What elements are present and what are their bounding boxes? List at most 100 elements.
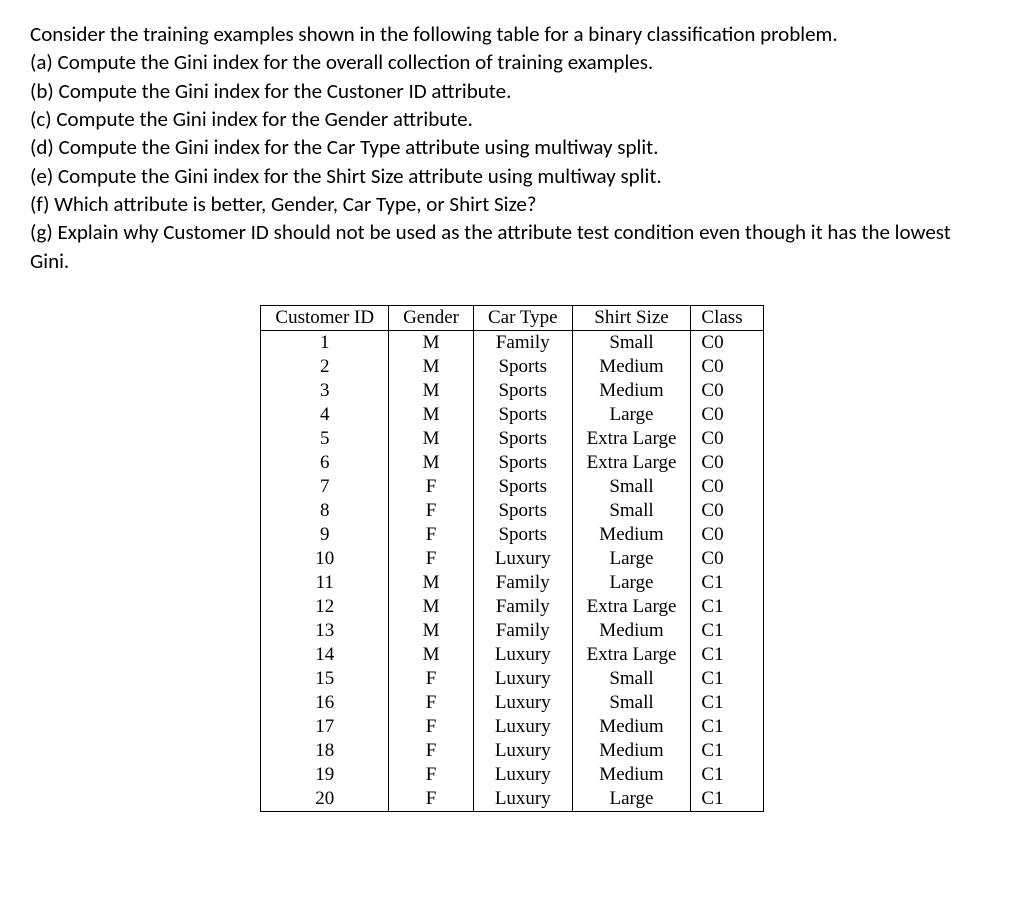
cell-car-type: Sports xyxy=(474,523,573,547)
cell-customer-id: 10 xyxy=(261,547,389,571)
cell-car-type: Sports xyxy=(474,403,573,427)
cell-customer-id: 16 xyxy=(261,691,389,715)
cell-customer-id: 17 xyxy=(261,715,389,739)
cell-car-type: Luxury xyxy=(474,715,573,739)
part-b: (b) Compute the Gini index for the Custo… xyxy=(30,77,994,105)
table-row: 2MSportsMediumC0 xyxy=(261,355,763,379)
cell-class: C1 xyxy=(691,667,763,691)
cell-class: C0 xyxy=(691,427,763,451)
cell-customer-id: 14 xyxy=(261,643,389,667)
table-header-row: Customer ID Gender Car Type Shirt Size C… xyxy=(261,306,763,331)
cell-class: C0 xyxy=(691,547,763,571)
table-row: 17FLuxuryMediumC1 xyxy=(261,715,763,739)
cell-customer-id: 2 xyxy=(261,355,389,379)
table-row: 20FLuxuryLargeC1 xyxy=(261,787,763,812)
cell-shirt-size: Medium xyxy=(572,715,691,739)
cell-shirt-size: Large xyxy=(572,403,691,427)
cell-gender: F xyxy=(389,499,474,523)
cell-car-type: Family xyxy=(474,619,573,643)
cell-car-type: Sports xyxy=(474,451,573,475)
table-row: 6MSportsExtra LargeC0 xyxy=(261,451,763,475)
cell-shirt-size: Medium xyxy=(572,379,691,403)
cell-class: C0 xyxy=(691,403,763,427)
cell-gender: M xyxy=(389,595,474,619)
table-row: 3MSportsMediumC0 xyxy=(261,379,763,403)
table-row: 7FSportsSmallC0 xyxy=(261,475,763,499)
cell-gender: F xyxy=(389,763,474,787)
cell-car-type: Luxury xyxy=(474,547,573,571)
cell-class: C1 xyxy=(691,571,763,595)
cell-gender: M xyxy=(389,427,474,451)
cell-class: C1 xyxy=(691,763,763,787)
cell-class: C1 xyxy=(691,739,763,763)
cell-gender: F xyxy=(389,739,474,763)
table-row: 4MSportsLargeC0 xyxy=(261,403,763,427)
cell-gender: M xyxy=(389,403,474,427)
cell-customer-id: 18 xyxy=(261,739,389,763)
cell-customer-id: 7 xyxy=(261,475,389,499)
table-row: 5MSportsExtra LargeC0 xyxy=(261,427,763,451)
cell-customer-id: 5 xyxy=(261,427,389,451)
cell-car-type: Luxury xyxy=(474,763,573,787)
table-row: 11MFamilyLargeC1 xyxy=(261,571,763,595)
cell-class: C0 xyxy=(691,379,763,403)
cell-customer-id: 15 xyxy=(261,667,389,691)
col-shirt-size: Shirt Size xyxy=(572,306,691,331)
cell-shirt-size: Small xyxy=(572,667,691,691)
cell-customer-id: 3 xyxy=(261,379,389,403)
cell-shirt-size: Large xyxy=(572,547,691,571)
cell-shirt-size: Small xyxy=(572,499,691,523)
table-row: 13MFamilyMediumC1 xyxy=(261,619,763,643)
cell-customer-id: 20 xyxy=(261,787,389,812)
question-text: Consider the training examples shown in … xyxy=(30,20,994,275)
training-table: Customer ID Gender Car Type Shirt Size C… xyxy=(260,305,763,812)
cell-customer-id: 12 xyxy=(261,595,389,619)
cell-class: C1 xyxy=(691,643,763,667)
col-customer-id: Customer ID xyxy=(261,306,389,331)
cell-customer-id: 8 xyxy=(261,499,389,523)
cell-car-type: Family xyxy=(474,571,573,595)
cell-class: C1 xyxy=(691,691,763,715)
cell-customer-id: 9 xyxy=(261,523,389,547)
cell-customer-id: 1 xyxy=(261,331,389,356)
cell-shirt-size: Medium xyxy=(572,739,691,763)
cell-shirt-size: Medium xyxy=(572,355,691,379)
part-c: (c) Compute the Gini index for the Gende… xyxy=(30,105,994,133)
cell-shirt-size: Large xyxy=(572,571,691,595)
col-gender: Gender xyxy=(389,306,474,331)
table-body: 1MFamilySmallC02MSportsMediumC03MSportsM… xyxy=(261,331,763,812)
cell-gender: F xyxy=(389,787,474,812)
cell-class: C1 xyxy=(691,595,763,619)
intro-line: Consider the training examples shown in … xyxy=(30,20,994,48)
cell-shirt-size: Extra Large xyxy=(572,427,691,451)
cell-gender: F xyxy=(389,691,474,715)
cell-gender: M xyxy=(389,619,474,643)
cell-class: C1 xyxy=(691,619,763,643)
cell-customer-id: 19 xyxy=(261,763,389,787)
col-car-type: Car Type xyxy=(474,306,573,331)
cell-class: C0 xyxy=(691,475,763,499)
table-row: 9FSportsMediumC0 xyxy=(261,523,763,547)
cell-customer-id: 13 xyxy=(261,619,389,643)
table-row: 18FLuxuryMediumC1 xyxy=(261,739,763,763)
cell-shirt-size: Small xyxy=(572,475,691,499)
cell-gender: M xyxy=(389,331,474,356)
cell-shirt-size: Small xyxy=(572,331,691,356)
table-row: 19FLuxuryMediumC1 xyxy=(261,763,763,787)
cell-car-type: Luxury xyxy=(474,691,573,715)
cell-gender: F xyxy=(389,667,474,691)
table-wrap: Customer ID Gender Car Type Shirt Size C… xyxy=(30,305,994,812)
cell-gender: F xyxy=(389,547,474,571)
cell-class: C0 xyxy=(691,331,763,356)
cell-class: C1 xyxy=(691,787,763,812)
table-row: 16FLuxurySmallC1 xyxy=(261,691,763,715)
cell-car-type: Luxury xyxy=(474,643,573,667)
cell-car-type: Sports xyxy=(474,355,573,379)
cell-shirt-size: Medium xyxy=(572,763,691,787)
cell-gender: F xyxy=(389,475,474,499)
cell-gender: F xyxy=(389,715,474,739)
cell-car-type: Luxury xyxy=(474,787,573,812)
cell-gender: F xyxy=(389,523,474,547)
table-row: 10FLuxuryLargeC0 xyxy=(261,547,763,571)
cell-gender: M xyxy=(389,643,474,667)
